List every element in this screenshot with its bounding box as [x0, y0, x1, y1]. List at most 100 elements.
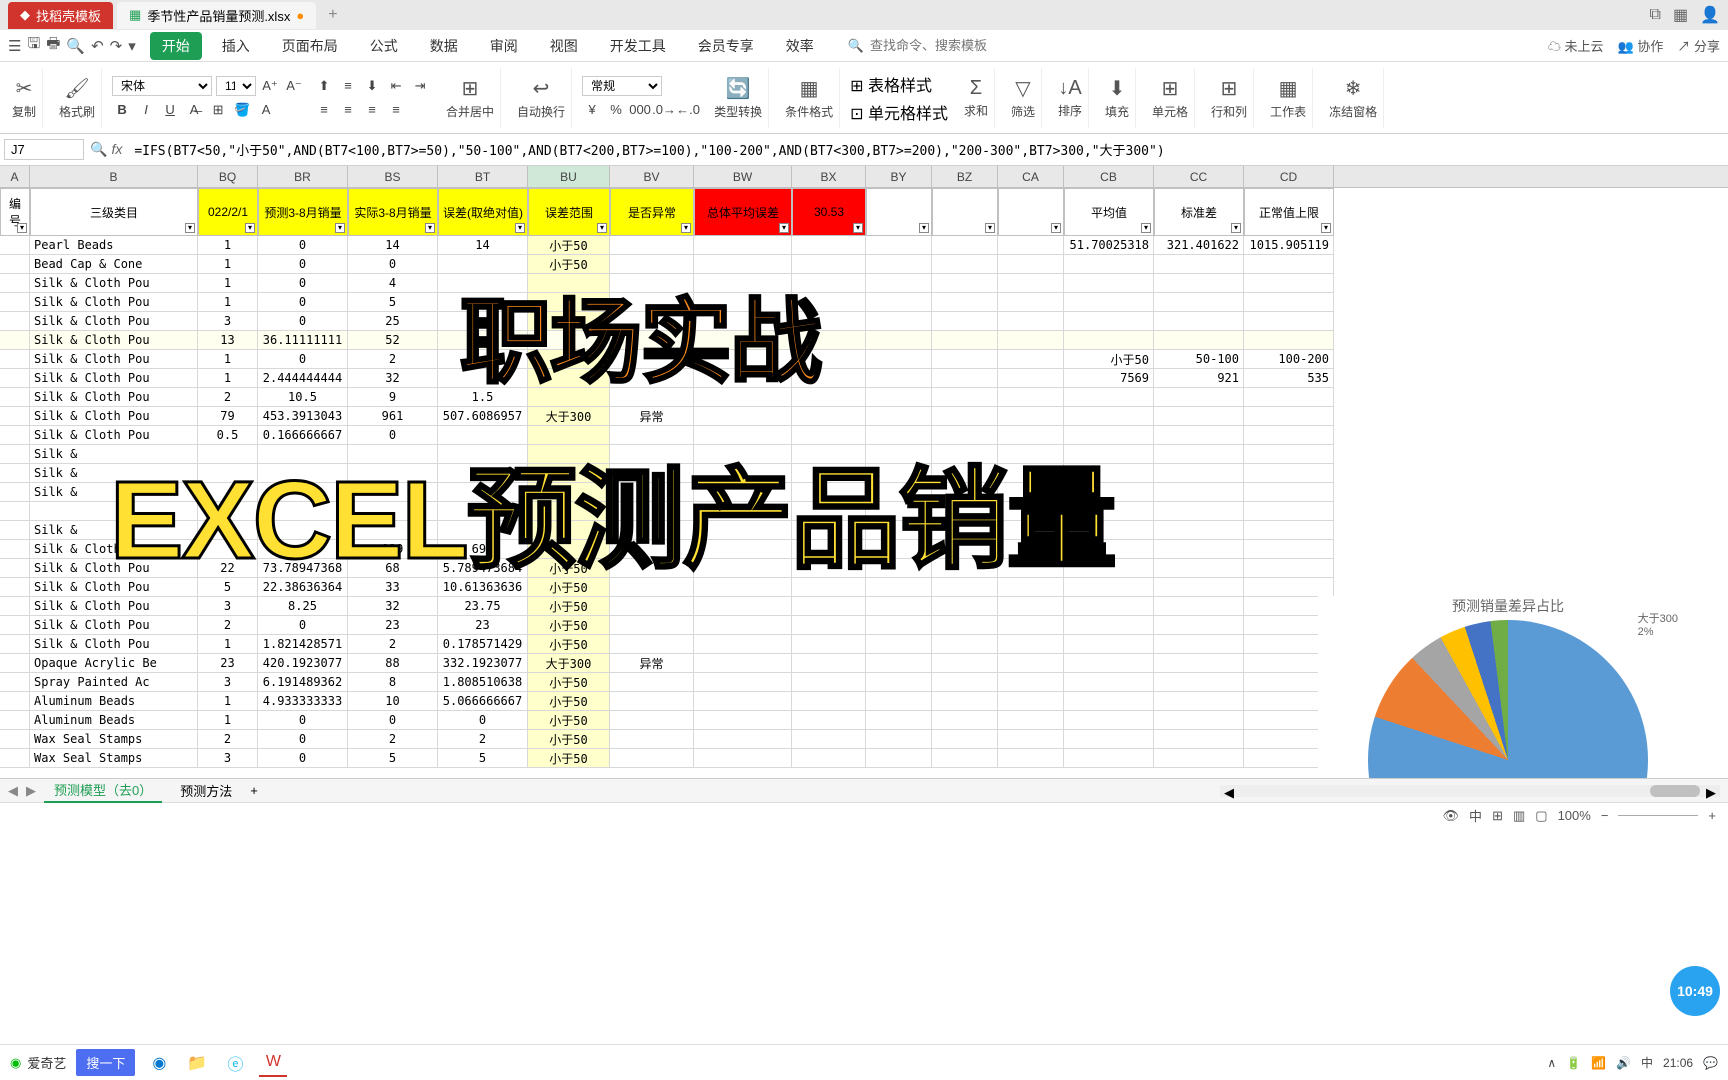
filter-icon[interactable]: ▾ — [245, 223, 255, 233]
cell[interactable] — [1154, 483, 1244, 502]
table-row[interactable]: Silk & — [0, 521, 1728, 540]
cell[interactable] — [932, 255, 998, 274]
cell[interactable] — [0, 312, 30, 331]
cell[interactable] — [610, 445, 694, 464]
cell[interactable]: Silk & Cloth Pou — [30, 369, 198, 388]
cell[interactable]: 3 — [198, 673, 258, 692]
cell[interactable]: 小于50 — [528, 236, 610, 255]
col-BV[interactable]: BV — [610, 166, 694, 187]
battery-icon[interactable]: 🔋 — [1566, 1056, 1581, 1070]
tab-file[interactable]: ▦ 季节性产品销量预测.xlsx ● — [117, 2, 316, 29]
cell[interactable]: Silk & Cloth Pou — [30, 426, 198, 445]
cell[interactable]: 1 — [198, 274, 258, 293]
cell[interactable]: 小于50 — [528, 635, 610, 654]
cell[interactable] — [1154, 730, 1244, 749]
cell[interactable] — [792, 445, 866, 464]
cell[interactable] — [792, 616, 866, 635]
cell[interactable] — [610, 331, 694, 350]
cell[interactable]: 52 — [348, 331, 438, 350]
cell[interactable]: 小于50 — [528, 578, 610, 597]
preview-icon[interactable]: 🔍 — [66, 37, 85, 55]
cell[interactable] — [1154, 464, 1244, 483]
cell[interactable] — [792, 521, 866, 540]
align-top-icon[interactable]: ⬆ — [314, 76, 334, 96]
cell[interactable] — [610, 711, 694, 730]
cell[interactable] — [1154, 559, 1244, 578]
brush-icon[interactable]: 🖌 — [64, 76, 89, 101]
cell[interactable]: 小于50 — [1064, 350, 1154, 369]
col-BS[interactable]: BS — [348, 166, 438, 187]
cell[interactable]: 0 — [438, 711, 528, 730]
ie-icon[interactable]: ⓔ — [221, 1049, 249, 1077]
col-BQ[interactable]: BQ — [198, 166, 258, 187]
cell[interactable]: 69. — [438, 540, 528, 559]
cell[interactable] — [0, 369, 30, 388]
cell[interactable]: 异常 — [610, 407, 694, 426]
group-fill[interactable]: ⬇填充 — [1099, 68, 1136, 128]
cell[interactable]: 5.789473684 — [438, 559, 528, 578]
cell[interactable]: Silk & — [30, 483, 198, 502]
align-left-icon[interactable]: ≡ — [314, 100, 334, 120]
table-row[interactable]: Silk & Cloth Pou522.386363643310.6136363… — [0, 578, 1728, 597]
filter-icon[interactable]: ▾ — [1321, 223, 1331, 233]
cell[interactable] — [610, 502, 694, 521]
cell[interactable]: 321.401622 — [1154, 236, 1244, 255]
cell[interactable] — [792, 559, 866, 578]
cell[interactable] — [694, 654, 792, 673]
cell[interactable] — [1064, 692, 1154, 711]
cell[interactable]: 0 — [258, 350, 348, 369]
filter-icon[interactable]: ▾ — [17, 223, 27, 233]
cell[interactable] — [792, 464, 866, 483]
tab-devtools[interactable]: 开发工具 — [598, 32, 678, 60]
tab-formula[interactable]: 公式 — [358, 32, 410, 60]
cell[interactable] — [1064, 388, 1154, 407]
cell[interactable]: 1 — [198, 293, 258, 312]
cell[interactable] — [528, 274, 610, 293]
cell[interactable] — [1064, 274, 1154, 293]
col-BZ[interactable]: BZ — [932, 166, 998, 187]
search-input[interactable] — [870, 38, 1050, 53]
cell[interactable] — [932, 464, 998, 483]
cell[interactable]: 3 — [198, 597, 258, 616]
cell[interactable] — [1154, 540, 1244, 559]
cell[interactable]: 535 — [1244, 369, 1334, 388]
cell[interactable]: Silk & Cloth Pou — [30, 597, 198, 616]
cell[interactable] — [694, 464, 792, 483]
decrease-font-icon[interactable]: A⁻ — [284, 76, 304, 96]
cell[interactable]: Silk & Cloth Pou — [30, 312, 198, 331]
cell[interactable] — [866, 407, 932, 426]
group-rowcol[interactable]: ⊞行和列 — [1205, 68, 1254, 128]
cell[interactable] — [528, 312, 610, 331]
cell[interactable]: Silk & Cloth Pou — [30, 350, 198, 369]
cell[interactable]: Silk & Cloth Pou — [30, 407, 198, 426]
cell[interactable] — [694, 578, 792, 597]
cell[interactable]: 1015.905119 — [1244, 236, 1334, 255]
cell[interactable] — [198, 445, 258, 464]
cell[interactable]: 6.191489362 — [258, 673, 348, 692]
cell[interactable] — [0, 293, 30, 312]
cell[interactable]: Silk & — [30, 445, 198, 464]
cell[interactable]: Silk & Cloth Pou — [30, 274, 198, 293]
cell[interactable] — [998, 597, 1064, 616]
cell[interactable] — [1244, 407, 1334, 426]
cell[interactable] — [866, 369, 932, 388]
cell[interactable] — [1154, 426, 1244, 445]
cell[interactable] — [1154, 293, 1244, 312]
cell[interactable]: 0 — [258, 749, 348, 768]
cell[interactable] — [694, 331, 792, 350]
cell[interactable] — [792, 293, 866, 312]
cell[interactable] — [0, 711, 30, 730]
table-row[interactable]: Silk & Cloth Pou104 — [0, 274, 1728, 293]
cell[interactable] — [866, 312, 932, 331]
cell[interactable] — [998, 540, 1064, 559]
filter-icon[interactable]: ▾ — [425, 223, 435, 233]
cell[interactable] — [1064, 521, 1154, 540]
cell[interactable]: 36.11111111 — [258, 331, 348, 350]
cell[interactable] — [0, 274, 30, 293]
cell[interactable]: 1 — [198, 635, 258, 654]
cell[interactable] — [1064, 407, 1154, 426]
cell[interactable] — [792, 654, 866, 673]
cell[interactable] — [932, 654, 998, 673]
cell[interactable] — [528, 464, 610, 483]
cell[interactable] — [792, 540, 866, 559]
